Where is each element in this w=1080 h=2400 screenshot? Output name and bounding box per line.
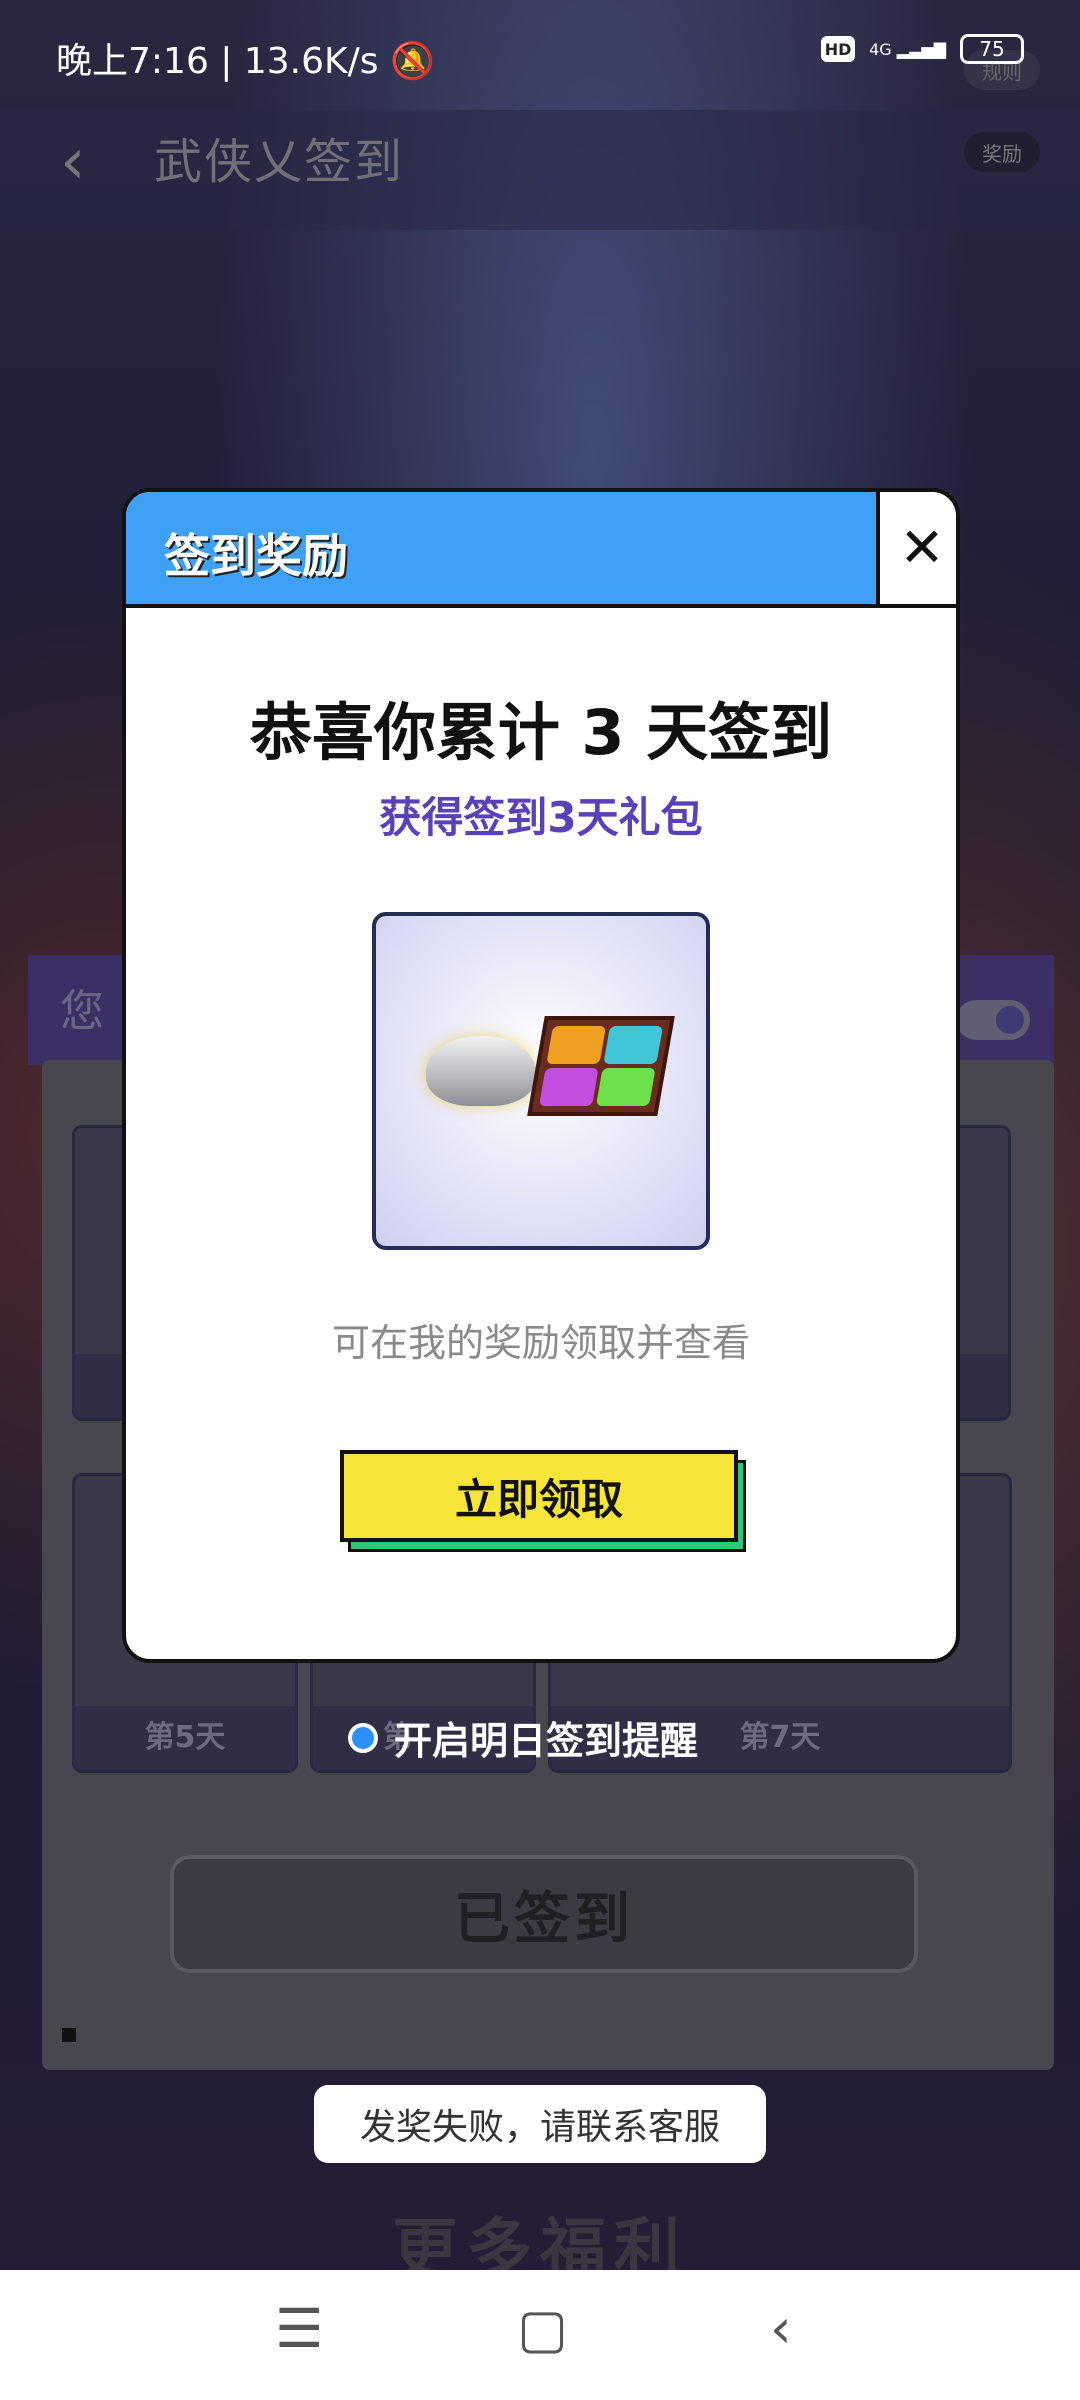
home-icon[interactable]: ▢ [517,2302,568,2356]
radio-icon[interactable] [348,1722,378,1753]
decor-square [62,2028,76,2042]
congrats-text: 恭喜你累计 3 天签到 [249,696,833,769]
signed-button[interactable]: 已签到 [170,1855,918,1973]
toast: 发奖失败，请联系客服 [314,2085,766,2163]
day-label: 第5天 [144,1720,226,1755]
hd-icon: HD [821,36,856,62]
reminder-label: 开启明日签到提醒 [394,1719,699,1763]
claim-label: 立即领取 [454,1474,623,1524]
gift-image [372,912,710,1250]
more-benefits-banner[interactable]: 更多福利 [240,2196,840,2270]
hint-text: 可在我的奖励领取并查看 [331,1321,750,1365]
status-time: 晚上7:16 | 13.6K/s 🔕 [56,41,435,82]
silver-ingot-icon [426,1036,536,1106]
panel-header-label: 您 [60,986,104,1037]
page-header: ‹ 武侠乂签到 规则 奖励 [0,50,1080,230]
bell-off-icon: 🔕 [389,41,435,82]
claim-button[interactable]: 立即领取 [340,1450,746,1552]
toast-text: 发奖失败，请联系客服 [359,2107,720,2148]
reward-dialog: 签到奖励 ✕ 恭喜你累计 3 天签到 获得签到3天礼包 可在我的奖励领取并查看 … [122,488,960,1663]
signed-label: 已签到 [454,1886,634,1952]
dialog-header: 签到奖励 [126,492,876,608]
back-nav-icon[interactable]: ‹ [770,2302,792,2356]
status-icons: HD 4G ▂▃▅▇ 75 [821,34,1024,64]
signal-icon: 4G ▂▃▅▇ [869,39,946,59]
reminder-toggle[interactable] [956,1000,1030,1040]
page-title: 武侠乂签到 [154,134,405,190]
menu-icon[interactable]: ☰ [275,2302,323,2356]
system-nav-bar: ☰ ▢ ‹ [0,2270,1080,2400]
more-benefits-label: 更多福利 [392,2211,688,2270]
close-icon[interactable]: ✕ [899,521,944,575]
battery-icon: 75 [960,34,1024,64]
dye-tray-icon [527,1016,675,1116]
close-button[interactable]: ✕ [876,492,956,608]
reminder-option[interactable]: 开启明日签到提醒 [348,1710,698,1765]
reward-button[interactable]: 奖励 [964,132,1040,172]
gift-name: 获得签到3天礼包 [379,793,703,842]
status-bar: 晚上7:16 | 13.6K/s 🔕 HD 4G ▂▃▅▇ 75 [0,0,1080,110]
dialog-title: 签到奖励 [164,529,348,583]
back-icon[interactable]: ‹ [60,130,86,194]
